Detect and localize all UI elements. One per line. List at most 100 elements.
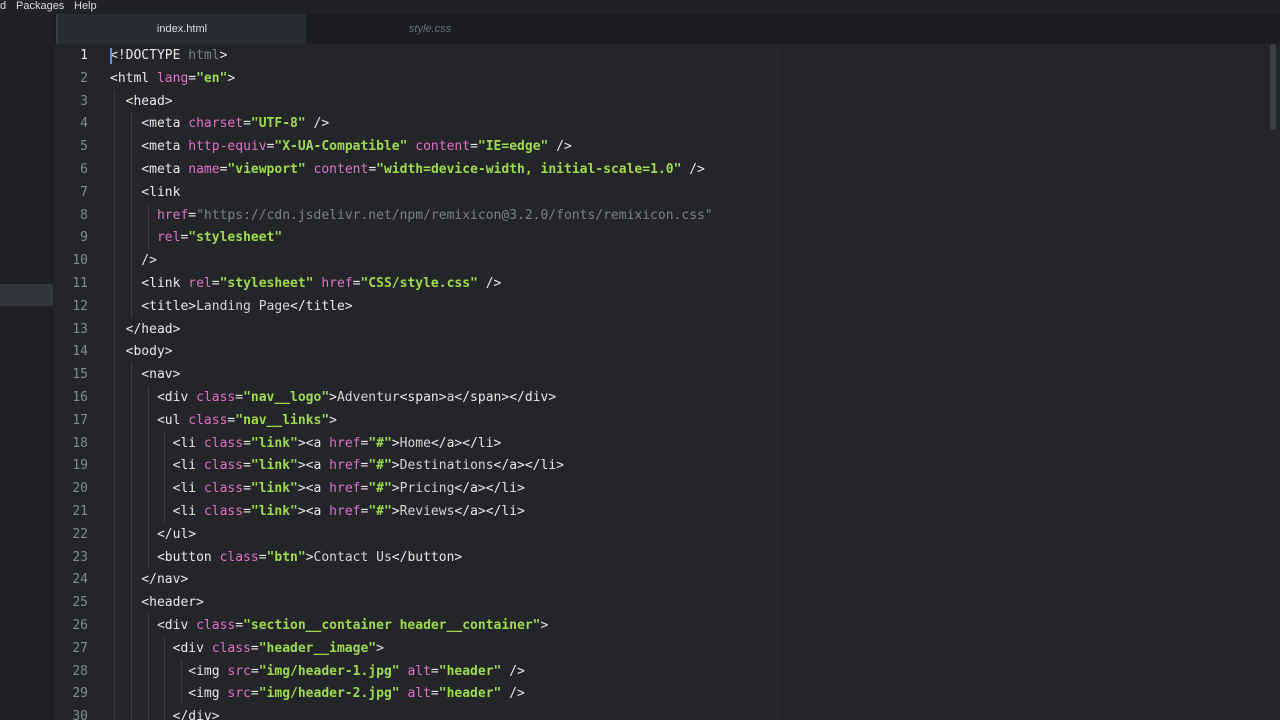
code-line[interactable]: <meta http-equiv = "X-UA-Compatible" conte… <box>110 135 572 158</box>
indent-guide <box>114 614 115 637</box>
code-line[interactable]: <title>Landing Page</title> <box>110 295 352 318</box>
indent-guide <box>147 636 149 660</box>
code-token: > <box>391 504 400 519</box>
code-token: src <box>227 663 251 679</box>
line-number: 11 <box>72 276 88 291</box>
line-number: 28 <box>72 663 88 679</box>
line-number: 29 <box>72 686 88 702</box>
code-token: ><a <box>297 504 330 519</box>
code-line[interactable]: <li class="link"><a href="#">Destination… <box>110 454 564 477</box>
code-token: = <box>235 390 244 405</box>
indent-guide <box>114 408 115 432</box>
code-token: "section__container header__container" <box>243 618 541 633</box>
indent-guide <box>114 272 115 295</box>
code-line[interactable]: <li class="link"><a href="#">Reviews</a>… <box>110 500 525 523</box>
code-token: "en" <box>196 70 228 86</box>
menu-item-help[interactable]: Help <box>74 0 97 13</box>
code-line[interactable]: </nav> <box>110 568 188 591</box>
code-token: > <box>391 458 400 474</box>
line-number: 10 <box>72 253 88 269</box>
line-number-gutter: 1 2 3 4 5 6 7 8 9 10 11 12 13 14 15 16 17 18 19 20 21 22 23 24 2… <box>54 44 102 720</box>
line-number: 19 <box>72 458 88 474</box>
code-line[interactable]: <img src="img/header-1.jpg" alt="header"… <box>110 660 525 683</box>
line-number: 9 <box>80 230 88 246</box>
code-token: <header> <box>110 595 204 611</box>
indent-guide <box>114 386 115 409</box>
code-line[interactable]: </head> <box>110 318 181 341</box>
indent-guide <box>130 682 132 706</box>
line-number: 6 <box>80 162 88 177</box>
tab-index-html[interactable]: index.html <box>56 14 306 44</box>
code-token: = <box>243 116 251 132</box>
code-line[interactable]: href="https://cdn.jsdelivr.net/npm/remix… <box>110 204 713 227</box>
code-line[interactable]: rel="stylesheet" <box>110 226 282 249</box>
indent-guide <box>114 545 115 569</box>
code-line[interactable]: <img src="img/header-2.jpg" alt="header"… <box>110 682 525 705</box>
code-token: href <box>329 504 361 519</box>
code-line[interactable]: <button class="btn">Contact Us</button> <box>110 546 462 569</box>
code-token: alt <box>407 663 431 679</box>
code-line[interactable]: <nav> <box>110 363 180 386</box>
code-token: /> <box>501 686 525 702</box>
tab-bar: index.html style.css <box>54 14 1280 44</box>
code-line[interactable]: <div class="section__container header__c… <box>110 614 548 637</box>
code-token: <li <box>110 435 204 451</box>
indent-guide <box>130 272 132 295</box>
code-line[interactable]: <meta charset="UTF-8" /> <box>110 112 329 135</box>
code-line[interactable]: <div class="nav__logo">Adventur<span>a</… <box>110 386 556 409</box>
indent-guide <box>130 454 132 478</box>
wrap-guide <box>777 44 778 720</box>
indent-guide <box>147 705 149 720</box>
code-token: = <box>188 70 197 86</box>
code-line[interactable]: <link <box>110 181 180 204</box>
indent-guide <box>130 477 132 500</box>
code-line[interactable]: <!DOCTYPE html> <box>110 44 227 67</box>
code-editor[interactable]: 1 2 3 4 5 6 7 8 9 10 11 12 13 14 15 16 17 18 19 20 21 22 23 24 2… <box>54 44 1280 720</box>
code-token: Home <box>399 435 431 451</box>
code-line[interactable]: <meta name="viewport" content="width=dev… <box>110 158 705 181</box>
indent-guide <box>114 249 115 272</box>
code-line[interactable]: <div class="header__image"> <box>110 637 384 660</box>
menu-item-d[interactable]: d <box>0 0 6 13</box>
code-line[interactable]: <link rel="stylesheet" href="CSS/style.c… <box>110 272 501 295</box>
code-line[interactable]: <head> <box>110 90 173 113</box>
code-line[interactable]: <li class="link"><a href="#">Pricing</a>… <box>110 477 525 500</box>
code-token: "UTF-8" <box>250 116 306 132</box>
code-line[interactable]: <html lang="en"> <box>110 67 235 90</box>
code-line[interactable]: <ul class="nav__links"> <box>110 409 337 432</box>
indent-guide <box>114 203 115 227</box>
tree-view-selected-item[interactable] <box>0 284 53 306</box>
tree-view-panel[interactable] <box>0 14 54 720</box>
indent-guide <box>130 705 132 720</box>
line-number: 17 <box>72 412 88 428</box>
code-token: class <box>203 504 244 519</box>
code-line[interactable]: /> <box>110 249 157 272</box>
indent-guide <box>164 705 166 720</box>
code-line[interactable]: <body> <box>110 340 173 363</box>
code-token: = <box>430 663 439 679</box>
vertical-scrollbar[interactable] <box>1270 44 1276 130</box>
code-token: </nav> <box>110 572 189 588</box>
line-number: 24 <box>72 572 88 588</box>
code-token: = <box>430 686 439 702</box>
code-token: > <box>376 640 384 656</box>
tab-style-css[interactable]: style.css <box>306 14 554 44</box>
code-token: <link <box>110 184 181 200</box>
code-token: Reviews <box>399 504 455 519</box>
indent-guide <box>114 363 115 386</box>
menu-item-packages[interactable]: Packages <box>16 0 64 13</box>
indent-guide <box>130 591 132 614</box>
indent-guide <box>114 112 115 136</box>
code-line[interactable]: </ul> <box>110 523 196 546</box>
menu-bar: d Packages Help <box>0 0 1280 14</box>
indent-guide <box>130 408 132 432</box>
code-line[interactable]: <header> <box>110 591 204 614</box>
indent-guide <box>114 340 115 364</box>
code-token: "nav__logo" <box>243 390 330 405</box>
code-line[interactable]: <li class="link"><a href="#">Home</a></l… <box>110 432 502 455</box>
code-token: "header" <box>438 663 502 679</box>
indent-guide <box>130 431 132 455</box>
